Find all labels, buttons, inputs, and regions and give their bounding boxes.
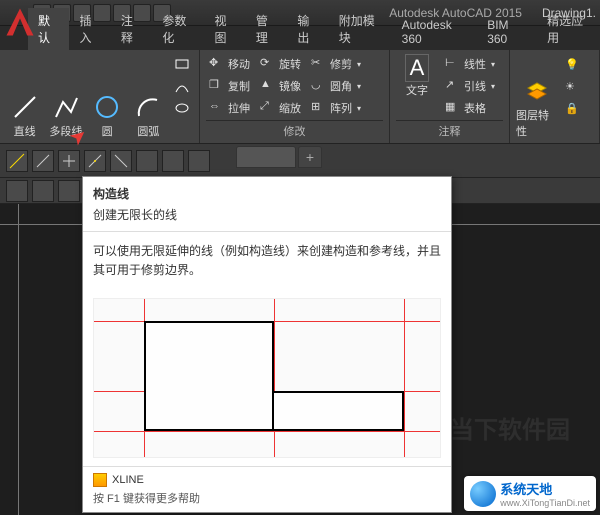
tab-output[interactable]: 输出 [287, 8, 328, 50]
linear-dim-button[interactable]: ⊢线性▾ [442, 54, 498, 74]
layer-prop-button[interactable]: 图层特性 [516, 54, 558, 139]
tab-parametric[interactable]: 参数化 [152, 8, 204, 50]
tooltip-footer: XLINE 按 F1 键获得更多帮助 [83, 466, 451, 512]
tooltip-command: XLINE [93, 473, 441, 487]
tab-featured[interactable]: 精选应用 [537, 8, 600, 50]
panel-annot-title: 注释 [396, 120, 503, 139]
more-tool[interactable] [188, 150, 210, 172]
move-icon: ✥ [209, 56, 225, 72]
spline-button[interactable] [171, 76, 193, 96]
ray-tool[interactable] [32, 150, 54, 172]
text-icon: A [405, 54, 430, 82]
line-button[interactable]: 直线 [6, 54, 43, 139]
line-icon [11, 93, 39, 121]
leader-icon: ↗ [445, 78, 461, 94]
join-tool[interactable] [162, 150, 184, 172]
region-tool[interactable] [6, 180, 28, 202]
copy-icon: ❐ [209, 78, 225, 94]
tab-insert[interactable]: 插入 [69, 8, 110, 50]
arc-icon [134, 93, 162, 121]
fillet-button[interactable]: ◡圆角▾ [308, 76, 364, 96]
stretch-icon: ⇔ [209, 100, 225, 116]
sun-icon: ☀ [565, 80, 575, 93]
tab-a360[interactable]: Autodesk 360 [392, 14, 478, 50]
command-icon [93, 473, 107, 487]
table-icon: ▦ [445, 100, 461, 116]
layer-freeze-button[interactable]: ☀ [562, 76, 582, 96]
layer-lock-button[interactable]: 🔒 [562, 98, 582, 118]
ellipse-icon [174, 100, 190, 116]
tab-bim360[interactable]: BIM 360 [477, 14, 537, 50]
donut-tool[interactable] [58, 180, 80, 202]
rotate-button[interactable]: ⟳旋转 [257, 54, 304, 74]
new-drawing-tab[interactable]: + [298, 146, 322, 168]
arc-button[interactable]: 圆弧 [130, 54, 167, 139]
mirror-button[interactable]: ▲镜像 [257, 76, 304, 96]
tooltip-f1-hint: 按 F1 键获得更多帮助 [93, 490, 441, 506]
scale-button[interactable]: ⤢缩放 [257, 98, 304, 118]
panel-modify-title: 修改 [206, 120, 383, 139]
tooltip-subtitle: 创建无限长的线 [83, 206, 451, 232]
tooltip-diagram [93, 298, 441, 458]
break-tool[interactable] [136, 150, 158, 172]
point-tool[interactable] [58, 150, 80, 172]
app-menu-button[interactable] [2, 4, 38, 40]
document-tabs: + [236, 145, 324, 169]
tab-annotate[interactable]: 注释 [111, 8, 152, 50]
rect-button[interactable] [171, 54, 193, 74]
mirror-icon: ▲ [260, 78, 276, 94]
globe-icon [470, 481, 496, 507]
stretch-button[interactable]: ⇔拉伸 [206, 98, 253, 118]
tab-view[interactable]: 视图 [204, 8, 245, 50]
divide-tool[interactable] [84, 150, 106, 172]
copy-button[interactable]: ❐复制 [206, 76, 253, 96]
circle-icon [93, 93, 121, 121]
xline-tooltip: 构造线 创建无限长的线 可以使用无限延伸的线（例如构造线）来创建构造和参考线，并… [82, 176, 452, 513]
polyline-icon [52, 93, 80, 121]
wipeout-tool[interactable] [32, 180, 54, 202]
fillet-icon: ◡ [311, 78, 327, 94]
trim-icon: ✂ [311, 56, 327, 72]
axis-vertical [18, 204, 19, 515]
tooltip-body: 可以使用无限延伸的线（例如构造线）来创建构造和参考线，并且其可用于修剪边界。 [83, 232, 451, 290]
rect-icon [174, 56, 190, 72]
tab-addins[interactable]: 附加模块 [329, 8, 392, 50]
spline-icon [174, 78, 190, 94]
dim-icon: ⊢ [445, 56, 461, 72]
panel-layer: 图层特性 💡 ☀ 🔒 [510, 50, 600, 143]
table-button[interactable]: ▦表格 [442, 98, 498, 118]
scale-icon: ⤢ [260, 100, 276, 116]
trim-button[interactable]: ✂修剪▾ [308, 54, 364, 74]
tooltip-title: 构造线 [83, 177, 451, 206]
drawing-tab[interactable] [236, 146, 296, 168]
lock-icon: 🔒 [565, 102, 579, 115]
rotate-icon: ⟳ [260, 56, 276, 72]
array-icon: ⊞ [311, 100, 327, 116]
panel-modify: ✥移动 ❐复制 ⇔拉伸 ⟳旋转 ▲镜像 ⤢缩放 ✂修剪▾ ◡圆角▾ ⊞阵列▾ 修… [200, 50, 390, 143]
circle-button[interactable]: 圆 [89, 54, 126, 139]
text-button[interactable]: A 文字 [396, 54, 438, 120]
move-button[interactable]: ✥移动 [206, 54, 253, 74]
watermark-2: 系统天地 www.XiTongTianDi.net [464, 476, 596, 511]
leader-button[interactable]: ↗引线▾ [442, 76, 498, 96]
array-button[interactable]: ⊞阵列▾ [308, 98, 364, 118]
panel-draw: 直线 多段线 圆 圆弧 [0, 50, 200, 143]
ribbon-tabs: 默认 插入 注释 参数化 视图 管理 输出 附加模块 Autodesk 360 … [0, 26, 600, 50]
ellipse-button[interactable] [171, 98, 193, 118]
tab-manage[interactable]: 管理 [246, 8, 287, 50]
layer-light-button[interactable]: 💡 [562, 54, 582, 74]
panel-annotation: A 文字 ⊢线性▾ ↗引线▾ ▦表格 注释 [390, 50, 510, 143]
xline-tool[interactable] [6, 150, 28, 172]
measure-tool[interactable] [110, 150, 132, 172]
bulb-icon: 💡 [565, 58, 579, 71]
layers-icon [523, 77, 551, 105]
ribbon: 直线 多段线 圆 圆弧 ✥移动 [0, 50, 600, 144]
